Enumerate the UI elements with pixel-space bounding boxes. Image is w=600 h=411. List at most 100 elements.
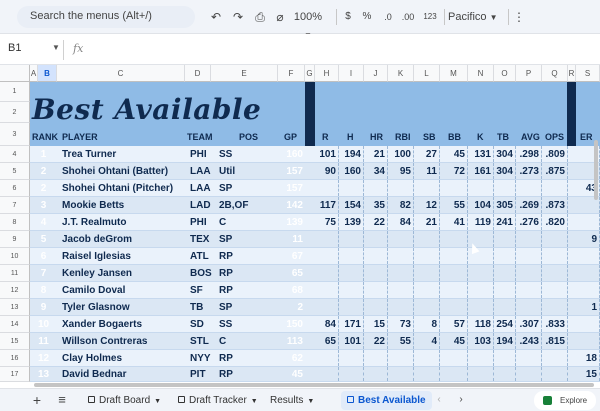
tb-cell[interactable]: 254 [494, 316, 516, 332]
hr-cell[interactable] [364, 367, 388, 381]
r-cell[interactable] [315, 367, 339, 381]
team-cell[interactable]: LAD [190, 197, 214, 213]
hr-cell[interactable]: 21 [364, 146, 388, 162]
sb-cell[interactable]: 27 [414, 146, 440, 162]
gp-cell[interactable]: 67 [280, 248, 305, 264]
tb-cell[interactable] [494, 231, 516, 247]
er-cell[interactable] [578, 316, 600, 332]
row-header-1[interactable]: 1 [0, 82, 30, 102]
sb-cell[interactable]: 12 [414, 197, 440, 213]
bb-cell[interactable] [440, 282, 468, 298]
vertical-scrollbar[interactable] [594, 140, 598, 200]
r-cell[interactable] [315, 248, 339, 264]
pos-cell[interactable]: SS [219, 146, 279, 162]
rbi-cell[interactable] [388, 248, 414, 264]
select-all-corner[interactable] [0, 65, 30, 82]
player-cell[interactable]: Willson Contreras [62, 333, 186, 349]
k-cell[interactable]: 119 [468, 214, 494, 230]
menu-search-input[interactable]: Search the menus (Alt+/) [17, 6, 195, 28]
pos-cell[interactable]: C [219, 214, 279, 230]
avg-cell[interactable] [516, 350, 542, 366]
ops-cell[interactable]: .820 [542, 214, 568, 230]
column-header-a[interactable]: A [30, 65, 38, 82]
row-header-6[interactable]: 6 [0, 180, 30, 197]
player-cell[interactable]: Tyler Glasnow [62, 299, 186, 315]
hr-cell[interactable] [364, 265, 388, 281]
gp-cell[interactable]: 68 [280, 282, 305, 298]
hr-cell[interactable]: 22 [364, 214, 388, 230]
rbi-cell[interactable] [388, 282, 414, 298]
h-cell[interactable]: 171 [339, 316, 364, 332]
row-header-5[interactable]: 5 [0, 163, 30, 180]
er-cell[interactable] [578, 265, 600, 281]
team-cell[interactable]: TEX [190, 231, 214, 247]
column-header-k[interactable]: K [388, 65, 414, 82]
paint-format-icon[interactable]: ⌀ [272, 8, 288, 26]
ops-cell[interactable] [542, 350, 568, 366]
zoom-select[interactable]: 100% ▼ [290, 8, 326, 40]
row-header-11[interactable]: 11 [0, 265, 30, 282]
increase-decimal-button[interactable]: .00 [398, 8, 418, 26]
ops-cell[interactable] [542, 231, 568, 247]
player-cell[interactable]: Mookie Betts [62, 197, 186, 213]
er-cell[interactable] [578, 248, 600, 264]
rbi-cell[interactable] [388, 231, 414, 247]
redo-icon[interactable]: ↷ [230, 8, 246, 26]
tb-cell[interactable]: 305 [494, 197, 516, 213]
sb-cell[interactable]: 4 [414, 333, 440, 349]
print-icon[interactable]: ⎙ [252, 8, 268, 26]
team-cell[interactable]: STL [190, 333, 214, 349]
pos-cell[interactable]: RP [219, 367, 279, 381]
avg-cell[interactable] [516, 299, 542, 315]
r-cell[interactable]: 75 [315, 214, 339, 230]
pos-cell[interactable]: RP [219, 282, 279, 298]
h-cell[interactable] [339, 248, 364, 264]
ops-cell[interactable] [542, 299, 568, 315]
player-cell[interactable]: David Bednar [62, 367, 186, 381]
gp-cell[interactable]: 157 [280, 163, 305, 179]
h-cell[interactable]: 160 [339, 163, 364, 179]
hr-cell[interactable] [364, 299, 388, 315]
k-cell[interactable]: 118 [468, 316, 494, 332]
k-cell[interactable]: 104 [468, 197, 494, 213]
sb-cell[interactable] [414, 282, 440, 298]
avg-cell[interactable]: .273 [516, 163, 542, 179]
number-format-button[interactable]: 123 [420, 8, 440, 26]
rank-cell[interactable]: 11 [30, 333, 57, 349]
avg-cell[interactable]: .298 [516, 146, 542, 162]
column-header-p[interactable]: P [516, 65, 542, 82]
k-cell[interactable] [468, 180, 494, 196]
rank-cell[interactable]: 10 [30, 316, 57, 332]
avg-cell[interactable] [516, 231, 542, 247]
tab-results[interactable]: Results ▼ [264, 391, 320, 410]
rbi-cell[interactable]: 84 [388, 214, 414, 230]
tb-cell[interactable] [494, 248, 516, 264]
sb-cell[interactable]: 11 [414, 163, 440, 179]
bb-cell[interactable] [440, 180, 468, 196]
avg-cell[interactable]: .243 [516, 333, 542, 349]
column-header-r[interactable]: R [568, 65, 576, 82]
row-header-14[interactable]: 14 [0, 316, 30, 333]
avg-cell[interactable]: .276 [516, 214, 542, 230]
rank-cell[interactable]: 7 [30, 265, 57, 281]
column-header-m[interactable]: M [440, 65, 468, 82]
currency-format-button[interactable]: $ [341, 8, 355, 26]
rank-cell[interactable]: 1 [30, 146, 57, 162]
h-cell[interactable] [339, 299, 364, 315]
player-cell[interactable]: Camilo Doval [62, 282, 186, 298]
hr-cell[interactable]: 22 [364, 333, 388, 349]
ops-cell[interactable] [542, 248, 568, 264]
row-header-8[interactable]: 8 [0, 214, 30, 231]
row-header-4[interactable]: 4 [0, 146, 30, 163]
rbi-cell[interactable] [388, 350, 414, 366]
bb-cell[interactable] [440, 367, 468, 381]
rbi-cell[interactable]: 55 [388, 333, 414, 349]
name-box[interactable]: B1 [8, 42, 21, 54]
rank-cell[interactable]: 2 [30, 163, 57, 179]
ops-cell[interactable] [542, 265, 568, 281]
rank-cell[interactable]: 8 [30, 282, 57, 298]
column-header-g[interactable]: G [305, 65, 315, 82]
h-cell[interactable] [339, 367, 364, 381]
pos-cell[interactable]: C [219, 333, 279, 349]
h-cell[interactable] [339, 180, 364, 196]
